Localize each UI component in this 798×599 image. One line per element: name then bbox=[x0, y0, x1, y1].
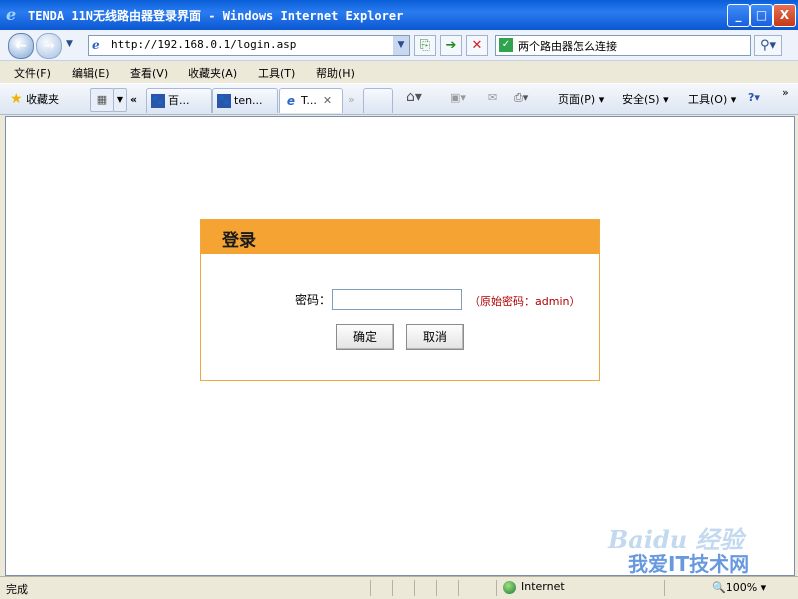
tab-bar: ★ 收藏夹 ▦ ▼ « 🐾 百... 🐾 ten... e T... ✕ » ⌂▾ ▣▾… bbox=[0, 84, 798, 115]
search-provider-icon: ✓ bbox=[499, 38, 513, 52]
print-icon[interactable]: ⎙▾ bbox=[514, 91, 528, 105]
stop-button[interactable]: ✕ bbox=[466, 35, 488, 56]
tab-label: ten... bbox=[234, 94, 263, 107]
safety-menu-label: 安全(S) bbox=[622, 93, 660, 106]
title-bar: e TENDA 11N无线路由器登录界面 - Windows Internet … bbox=[0, 0, 798, 30]
status-divider bbox=[436, 580, 437, 596]
forward-button[interactable]: → bbox=[36, 33, 62, 59]
feeds-icon[interactable]: ▣▾ bbox=[450, 91, 466, 104]
tab-tenda[interactable]: 🐾 ten... bbox=[212, 88, 278, 113]
status-divider bbox=[664, 580, 665, 596]
star-icon: ★ bbox=[10, 91, 23, 107]
watermark: Baidu 经验 我爱IT技术网 bbox=[600, 520, 796, 580]
page-icon: e bbox=[92, 38, 100, 52]
scroll-tabs-right-icon[interactable]: » bbox=[348, 93, 355, 106]
status-divider bbox=[414, 580, 415, 596]
globe-icon bbox=[503, 580, 516, 594]
tab-list-dropdown-icon[interactable]: ▼ bbox=[113, 88, 127, 112]
address-dropdown-icon[interactable]: ▼ bbox=[393, 36, 409, 55]
login-header: 登录 bbox=[201, 220, 599, 254]
password-input[interactable] bbox=[332, 289, 462, 310]
search-box[interactable]: ✓ 两个路由器怎么连接 bbox=[495, 35, 751, 56]
page-menu[interactable]: 页面(P) ▾ bbox=[558, 91, 604, 107]
close-tab-icon[interactable]: ✕ bbox=[323, 94, 332, 107]
page-menu-label: 页面(P) bbox=[558, 93, 596, 106]
status-divider bbox=[370, 580, 371, 596]
menu-favorites[interactable]: 收藏夹(A) bbox=[188, 65, 237, 81]
minimize-button[interactable]: _ bbox=[727, 4, 750, 27]
login-panel: 登录 密码： （原始密码：admin） 确定 取消 bbox=[200, 219, 600, 381]
go-button[interactable]: ➔ bbox=[440, 35, 462, 56]
ie-page-icon: e bbox=[284, 94, 298, 108]
address-input[interactable]: http://192.168.0.1/login.asp bbox=[111, 38, 296, 51]
password-label: 密码： bbox=[295, 293, 332, 307]
ie-logo-icon: e bbox=[6, 5, 17, 24]
watermark-line2: 我爱IT技术网 bbox=[628, 552, 750, 576]
ok-button[interactable]: 确定 bbox=[336, 324, 394, 350]
close-window-button[interactable]: X bbox=[773, 4, 796, 27]
baidu-paw-icon: 🐾 bbox=[151, 94, 165, 108]
home-icon[interactable]: ⌂▾ bbox=[406, 89, 422, 105]
more-commands-icon[interactable]: » bbox=[782, 86, 789, 99]
menu-bar: 文件(F) 编辑(E) 查看(V) 收藏夹(A) 工具(T) 帮助(H) bbox=[0, 61, 798, 84]
tab-baidu[interactable]: 🐾 百... bbox=[146, 88, 212, 113]
status-divider bbox=[392, 580, 393, 596]
zoom-label: 100% bbox=[725, 581, 758, 594]
menu-file[interactable]: 文件(F) bbox=[14, 65, 51, 81]
search-input[interactable]: 两个路由器怎么连接 bbox=[518, 38, 617, 54]
menu-tools[interactable]: 工具(T) bbox=[258, 65, 295, 81]
default-password-hint: （原始密码：admin） bbox=[469, 295, 581, 308]
security-zone[interactable]: Internet bbox=[503, 580, 565, 594]
favorites-label: 收藏夹 bbox=[26, 93, 60, 106]
history-dropdown-icon[interactable]: ▼ bbox=[66, 39, 73, 49]
menu-view[interactable]: 查看(V) bbox=[130, 65, 168, 81]
status-bar: 完成 Internet 🔍100% ▾ bbox=[0, 576, 798, 599]
tools-menu-label: 工具(O) bbox=[688, 93, 728, 106]
address-bar[interactable]: e http://192.168.0.1/login.asp ▼ bbox=[88, 35, 410, 56]
menu-help[interactable]: 帮助(H) bbox=[316, 65, 355, 81]
help-icon[interactable]: ?▾ bbox=[748, 91, 760, 104]
scroll-tabs-left-icon[interactable]: « bbox=[130, 93, 137, 106]
window-title: TENDA 11N无线路由器登录界面 - Windows Internet Ex… bbox=[28, 9, 404, 23]
tools-menu[interactable]: 工具(O) ▾ bbox=[688, 91, 736, 107]
new-tab-button[interactable] bbox=[363, 88, 393, 113]
status-text: 完成 bbox=[6, 583, 28, 596]
status-divider bbox=[458, 580, 459, 596]
quick-tabs-icon[interactable]: ▦ bbox=[90, 88, 114, 112]
zoom-icon: 🔍 bbox=[712, 581, 726, 594]
menu-edit[interactable]: 编辑(E) bbox=[72, 65, 110, 81]
baidu-paw-icon: 🐾 bbox=[217, 94, 231, 108]
safety-menu[interactable]: 安全(S) ▾ bbox=[622, 91, 669, 107]
maximize-button[interactable]: □ bbox=[750, 4, 773, 27]
tab-active-tenda-login[interactable]: e T... ✕ bbox=[279, 88, 343, 113]
navigation-bar: ← → ▼ e http://192.168.0.1/login.asp ▼ ⎘… bbox=[0, 30, 798, 61]
tab-label: T... bbox=[301, 94, 317, 107]
status-divider bbox=[496, 580, 497, 596]
compatibility-view-icon[interactable]: ⎘ bbox=[414, 35, 436, 56]
login-title: 登录 bbox=[222, 231, 256, 251]
read-mail-icon[interactable]: ✉ bbox=[488, 91, 497, 104]
tab-label: 百... bbox=[168, 94, 190, 107]
zone-label: Internet bbox=[521, 580, 565, 593]
search-button[interactable]: ⚲▾ bbox=[754, 35, 782, 56]
zoom-level[interactable]: 🔍100% ▾ bbox=[712, 581, 766, 594]
back-button[interactable]: ← bbox=[8, 33, 34, 59]
cancel-button[interactable]: 取消 bbox=[406, 324, 464, 350]
favorites-button[interactable]: ★ 收藏夹 bbox=[10, 91, 59, 107]
